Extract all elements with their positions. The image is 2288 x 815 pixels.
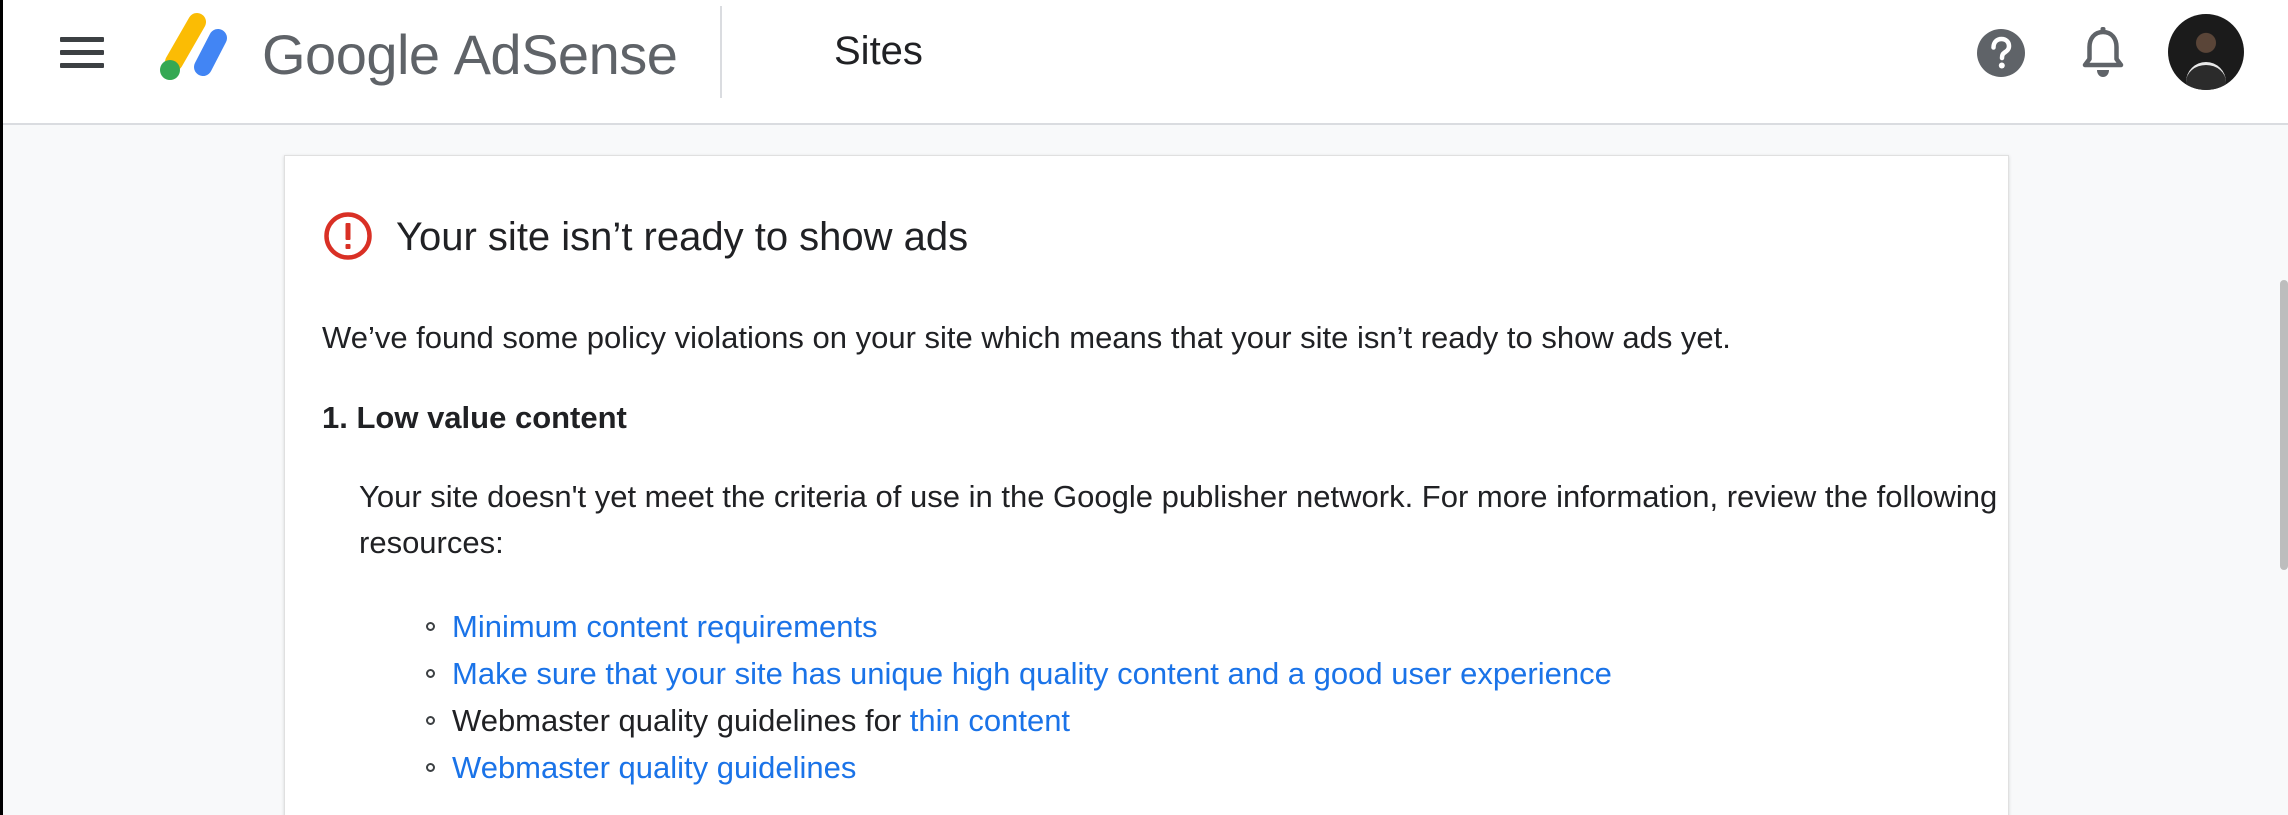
bell-icon[interactable]	[2080, 25, 2126, 81]
list-item: Webmaster quality guidelines	[425, 744, 1612, 791]
list-item: Make sure that your site has unique high…	[425, 650, 1612, 697]
header-divider	[720, 6, 722, 98]
logo-google-text: Google	[262, 23, 440, 86]
user-avatar[interactable]	[2168, 14, 2244, 90]
top-app-bar: Google AdSense Sites	[0, 0, 2288, 125]
logo-product-text: AdSense	[453, 23, 678, 86]
webmaster-quality-guidelines-link[interactable]: Webmaster quality guidelines	[452, 750, 856, 785]
error-icon	[324, 212, 372, 260]
unique-high-quality-content-link[interactable]: Make sure that your site has unique high…	[452, 656, 1612, 691]
minimum-content-requirements-link[interactable]: Minimum content requirements	[452, 609, 878, 644]
scrollbar-thumb[interactable]	[2280, 280, 2288, 570]
page-title: Sites	[834, 29, 923, 73]
alert-title: Your site isn’t ready to show ads	[396, 215, 969, 259]
resource-prefix: Webmaster quality guidelines for	[452, 703, 910, 738]
violation-description: Your site doesn't yet meet the criteria …	[359, 479, 1998, 560]
violation-heading: 1. Low value content	[322, 400, 627, 435]
resource-list: Minimum content requirements Make sure t…	[425, 603, 1612, 791]
list-item: Webmaster quality guidelines for thin co…	[425, 697, 1612, 744]
adsense-logo-icon[interactable]	[154, 12, 234, 84]
window-edge	[0, 0, 3, 815]
product-logo-text: Google AdSense	[262, 20, 678, 90]
hamburger-menu-icon[interactable]	[52, 30, 112, 74]
help-icon[interactable]	[1975, 27, 2027, 79]
policy-alert-card: Your site isn’t ready to show ads We’ve …	[284, 155, 2009, 815]
adsense-page: Google AdSense Sites Your site isn’t read…	[0, 0, 2288, 815]
alert-description: We’ve found some policy violations on yo…	[322, 320, 1731, 355]
thin-content-link[interactable]: thin content	[910, 703, 1070, 738]
list-item: Minimum content requirements	[425, 603, 1612, 650]
